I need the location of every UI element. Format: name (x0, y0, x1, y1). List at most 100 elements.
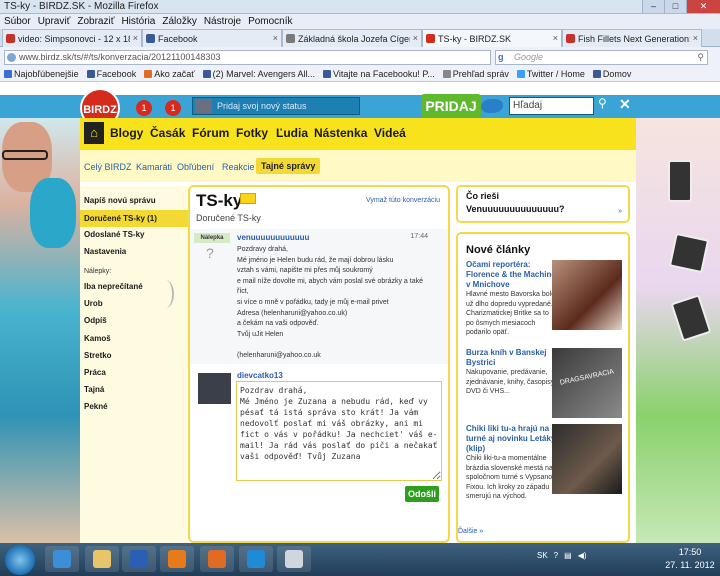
close-window-button[interactable]: ✕ (686, 0, 720, 13)
taskbar-explorer[interactable] (85, 546, 119, 572)
close-tab-icon[interactable]: × (553, 30, 558, 46)
maximize-button[interactable]: □ (664, 0, 686, 13)
menu-file[interactable]: Súbor (4, 14, 31, 29)
conversation-panel: TS-ky Vymaž túto konverzáciu Doručené TS… (188, 185, 450, 543)
bookmark-facebook[interactable]: Facebook (86, 67, 136, 81)
tab-tsky[interactable]: TS-ky - BIRDZ.SK × (422, 29, 562, 47)
search-icon[interactable]: ⚲ (697, 51, 704, 64)
taskbar-firefox[interactable] (200, 546, 234, 572)
label-todo[interactable]: Urob (84, 299, 103, 308)
bookmark-twitter[interactable]: Twitter / Home (516, 67, 585, 81)
subnav-secret-messages[interactable]: Tajné správy (256, 158, 321, 174)
delete-conversation-link[interactable]: Vymaž túto konverzáciu (366, 197, 440, 204)
volume-icon[interactable]: ◀) (578, 551, 587, 560)
subnav-friends[interactable]: Kamaráti (136, 162, 172, 172)
nav-people[interactable]: Ľudia (276, 126, 308, 140)
close-tab-icon[interactable]: × (273, 30, 278, 46)
close-tab-icon[interactable]: × (413, 30, 418, 46)
taskbar-word[interactable] (122, 546, 156, 572)
browser-search-input[interactable]: g Google ⚲ (495, 49, 708, 65)
google-icon: g (498, 51, 504, 62)
bookmark-news[interactable]: Prehľad správ (442, 67, 509, 81)
nav-casak[interactable]: Časák (150, 126, 185, 140)
message-line: e mail níže dovolte mi, abych vám poslal… (237, 277, 423, 285)
close-icon[interactable]: ✕ (619, 96, 631, 113)
more-link[interactable]: » (618, 208, 622, 215)
bookmark-home[interactable]: Domov (592, 67, 631, 81)
tab-facebook[interactable]: Facebook × (142, 29, 282, 47)
menu-history[interactable]: História (121, 14, 155, 29)
label-unread[interactable]: Iba neprečítané (84, 282, 143, 291)
close-tab-icon[interactable]: × (693, 30, 698, 46)
status-input[interactable]: Pridaj svoj nový status (192, 97, 360, 115)
bookmark-facebook-welcome[interactable]: Vitajte na Facebooku! P... (322, 67, 435, 81)
nav-blogs[interactable]: Blogy (110, 126, 143, 140)
url-bar[interactable]: www.birdz.sk/ts/#/ts/konverzacia/2012110… (4, 49, 491, 65)
nav-wall[interactable]: Nástenka (314, 126, 367, 140)
help-icon[interactable]: ? (554, 551, 558, 560)
article-image[interactable] (552, 260, 622, 330)
start-button[interactable] (5, 545, 35, 575)
article-title[interactable]: Burza kníh v Banskej Bystrici (466, 348, 556, 368)
taskbar-ie2[interactable] (239, 546, 273, 572)
site-search-input[interactable]: Hľadaj (509, 97, 594, 115)
subnav-all-birdz[interactable]: Celý BIRDZ (84, 162, 132, 172)
message-sender[interactable]: dievcatko13 (237, 371, 283, 380)
facebook-icon (592, 70, 601, 78)
article-title[interactable]: Chiki liki tu-a hrajú na turné aj novink… (466, 424, 556, 454)
subnav-reactions[interactable]: Reakcie (222, 162, 255, 172)
avatar[interactable] (198, 373, 231, 404)
nav-photos[interactable]: Fotky (236, 126, 268, 140)
friends-notification-badge[interactable]: 1 (165, 100, 181, 116)
clock[interactable]: 17:50 27. 11. 2012 (663, 546, 717, 572)
send-button[interactable]: Odošli (405, 486, 439, 502)
language-indicator[interactable]: SK (537, 551, 548, 560)
close-tab-icon[interactable]: × (133, 30, 138, 46)
message-line: Mé jméno je Helen budu rád, že mají dobr… (237, 256, 394, 264)
bookmark-marvel[interactable]: (2) Marvel: Avengers All... (202, 67, 315, 81)
menu-tools[interactable]: Nástroje (204, 14, 241, 29)
taskbar-media[interactable] (160, 546, 194, 572)
label-meetup[interactable]: Stretko (84, 351, 112, 360)
search-icon[interactable]: ⚲ (598, 96, 614, 114)
background-phones-ad[interactable] (636, 118, 720, 543)
tab-fishfillets[interactable]: Fish Fillets Next Generation: ... × (562, 29, 702, 47)
system-tray: SK ? ▤ ◀) (537, 551, 587, 560)
inbox-link[interactable]: Doručené TS-ky (1) (80, 210, 188, 227)
menu-bookmarks[interactable]: Záložky (162, 14, 196, 29)
label-buddy[interactable]: Kamoš (84, 334, 111, 343)
compose-message-link[interactable]: Napíš novú správu (84, 196, 156, 205)
label-secret[interactable]: Tajná (84, 385, 104, 394)
menu-view[interactable]: Zobraziť (77, 14, 114, 29)
minimize-button[interactable]: – (642, 0, 664, 13)
messages-notification-badge[interactable]: 1 (136, 100, 152, 116)
facebook-icon (86, 70, 95, 78)
nav-videos[interactable]: Videá (374, 126, 406, 140)
tab-school[interactable]: Základná škola Jozefa Cígera ... × (282, 29, 422, 47)
home-icon[interactable]: ⌂ (84, 122, 104, 144)
label-reply[interactable]: Odpíš (84, 316, 107, 325)
nav-forum[interactable]: Fórum (192, 126, 229, 140)
network-icon[interactable]: ▤ (564, 551, 572, 560)
taskbar-calculator[interactable] (277, 546, 311, 572)
sent-link[interactable]: Odoslané TS-ky (84, 230, 144, 239)
settings-link[interactable]: Nastavenia (84, 247, 126, 256)
article-image[interactable] (552, 424, 622, 494)
taskbar-ie[interactable] (45, 546, 79, 572)
more-articles-link[interactable]: Ďalšie » (458, 528, 483, 535)
tab-video[interactable]: video: Simpsonovci - 12 x 18 × (2, 29, 142, 47)
menu-edit[interactable]: Upraviť (38, 14, 71, 29)
menu-help[interactable]: Pomocník (248, 14, 292, 29)
rss-icon (442, 70, 451, 78)
article-image[interactable]: DRAGSAVRACIA (552, 348, 622, 418)
label-work[interactable]: Práca (84, 368, 106, 377)
reply-textarea[interactable]: Pozdrav drahá, Mé Jméno je Zuzana a nebu… (236, 381, 442, 481)
subnav-favorites[interactable]: Obľúbení (177, 162, 214, 172)
label-tag-button[interactable]: Nálepka (194, 233, 230, 243)
message-sender[interactable]: venuuuuuuuuuuuu (237, 233, 309, 242)
bookmark-getting-started[interactable]: Ako začať (144, 67, 195, 81)
post-button[interactable]: PRIDAJ (421, 94, 481, 118)
bookmark-most-visited[interactable]: Najobľúbenejšie (4, 67, 79, 81)
article-title[interactable]: Očami reportéra: Florence & the Machine … (466, 260, 556, 290)
label-nice[interactable]: Pekné (84, 402, 108, 411)
